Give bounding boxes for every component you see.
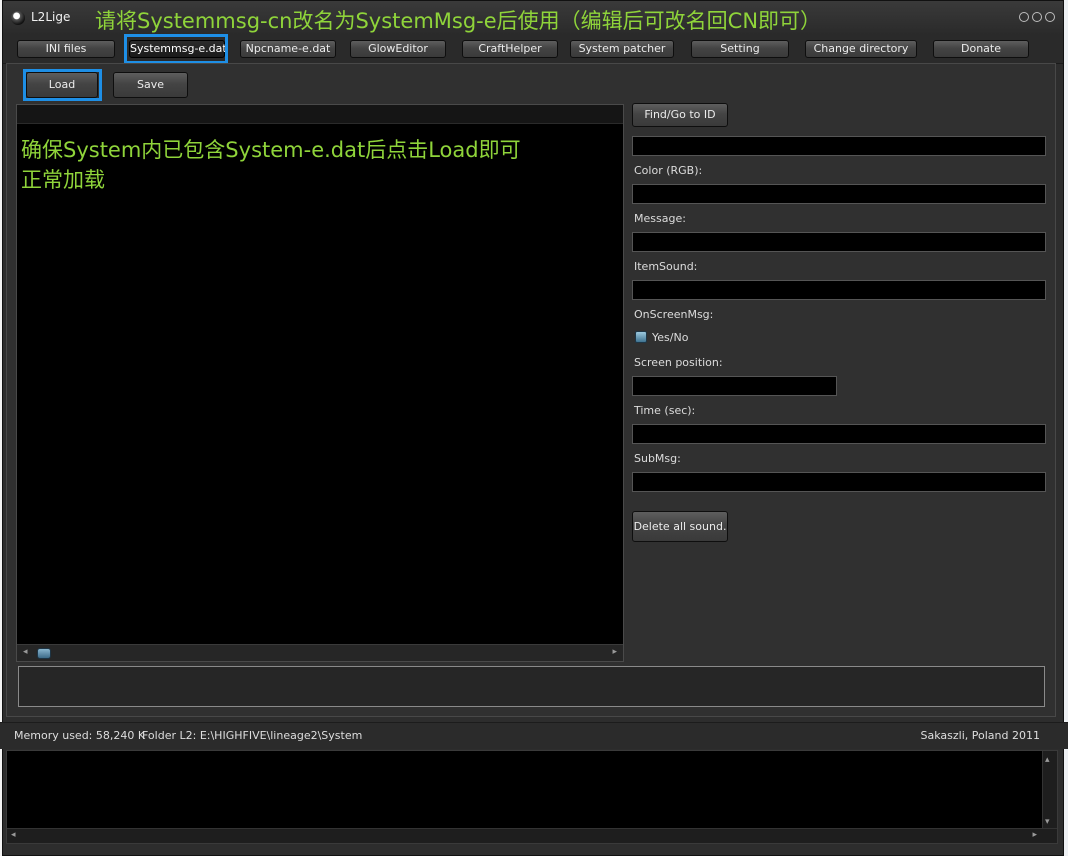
list-header: [17, 105, 623, 124]
screen-position-label: Screen position:: [634, 356, 723, 369]
window-controls: [1019, 12, 1055, 22]
scroll-down-icon[interactable]: ▾: [1045, 817, 1050, 827]
tab-ini-files[interactable]: INI files: [17, 40, 115, 58]
tab-gloweditor[interactable]: GlowEditor: [350, 40, 446, 58]
itemsound-label: ItemSound:: [634, 260, 698, 273]
scroll-thumb[interactable]: [37, 648, 51, 659]
title-bar: L2Lige 请将Systemmsg-cn改名为SystemMsg-e后使用（编…: [3, 1, 1063, 35]
yesno-label: Yes/No: [652, 331, 689, 344]
delete-all-sound-button[interactable]: Delete all sound.: [632, 511, 728, 542]
close-icon[interactable]: [1045, 12, 1055, 22]
color-label: Color (RGB):: [634, 164, 703, 177]
message-list[interactable]: 确保System内已包含System-e.dat后点击Load即可 正常加载 ◂…: [16, 104, 624, 662]
tab-npcname[interactable]: Npcname-e.dat: [240, 40, 336, 58]
scroll-right-icon[interactable]: ▸: [612, 647, 617, 657]
find-goto-id-button[interactable]: Find/Go to ID: [632, 103, 728, 127]
tab-donate[interactable]: Donate: [933, 40, 1029, 58]
minimize-icon[interactable]: [1019, 12, 1029, 22]
tab-setting[interactable]: Setting: [691, 40, 789, 58]
annotation-note-line1: 确保System内已包含System-e.dat后点击Load即可: [21, 138, 521, 162]
log-horizontal-scrollbar[interactable]: ◂ ▸: [7, 828, 1057, 843]
tab-change-directory[interactable]: Change directory: [805, 40, 917, 58]
submsg-field[interactable]: [632, 472, 1046, 492]
itemsound-field[interactable]: [632, 280, 1046, 300]
log-scroll-left-icon[interactable]: ◂: [11, 830, 16, 840]
annotation-note-line2: 正常加载: [21, 168, 105, 192]
message-label: Message:: [634, 212, 686, 225]
maximize-icon[interactable]: [1032, 12, 1042, 22]
yesno-checkbox[interactable]: [635, 331, 647, 343]
time-label: Time (sec):: [634, 404, 696, 417]
tab-crafthelper[interactable]: CraftHelper: [462, 40, 558, 58]
window-title: L2Lige: [31, 10, 71, 24]
annotation-note: 确保System内已包含System-e.dat后点击Load即可 正常加载: [21, 135, 521, 195]
highlight-active-tab: [124, 34, 228, 64]
color-field[interactable]: [632, 184, 1046, 204]
submsg-label: SubMsg:: [634, 452, 681, 465]
log-scroll-right-icon[interactable]: ▸: [1032, 830, 1037, 840]
credit-text: Sakaszli, Poland 2011: [920, 729, 1040, 742]
horizontal-scrollbar[interactable]: ◂ ▸: [17, 644, 623, 661]
memory-used: Memory used: 58,240 K: [14, 729, 146, 742]
scroll-up-icon[interactable]: ▴: [1045, 755, 1050, 765]
save-button[interactable]: Save: [113, 72, 188, 98]
scroll-left-icon[interactable]: ◂: [23, 647, 28, 657]
tab-system-patcher[interactable]: System patcher: [570, 40, 674, 58]
app-logo-icon: [11, 11, 25, 25]
annotation-title: 请将Systemmsg-cn改名为SystemMsg-e后使用（编辑后可改名回C…: [95, 9, 822, 33]
onscreenmsg-label: OnScreenMsg:: [634, 308, 714, 321]
id-field[interactable]: [632, 136, 1046, 156]
time-field[interactable]: [632, 424, 1046, 444]
status-bar: Memory used: 58,240 K Folder L2: E:\HIGH…: [0, 722, 1068, 749]
message-field[interactable]: [632, 232, 1046, 252]
folder-path: Folder L2: E:\HIGHFIVE\lineage2\System: [142, 729, 363, 742]
output-box[interactable]: [18, 666, 1045, 707]
highlight-load-button: [23, 69, 102, 101]
log-area[interactable]: ▴ ▾ ◂ ▸: [6, 750, 1058, 844]
screen-position-field[interactable]: [632, 376, 837, 396]
